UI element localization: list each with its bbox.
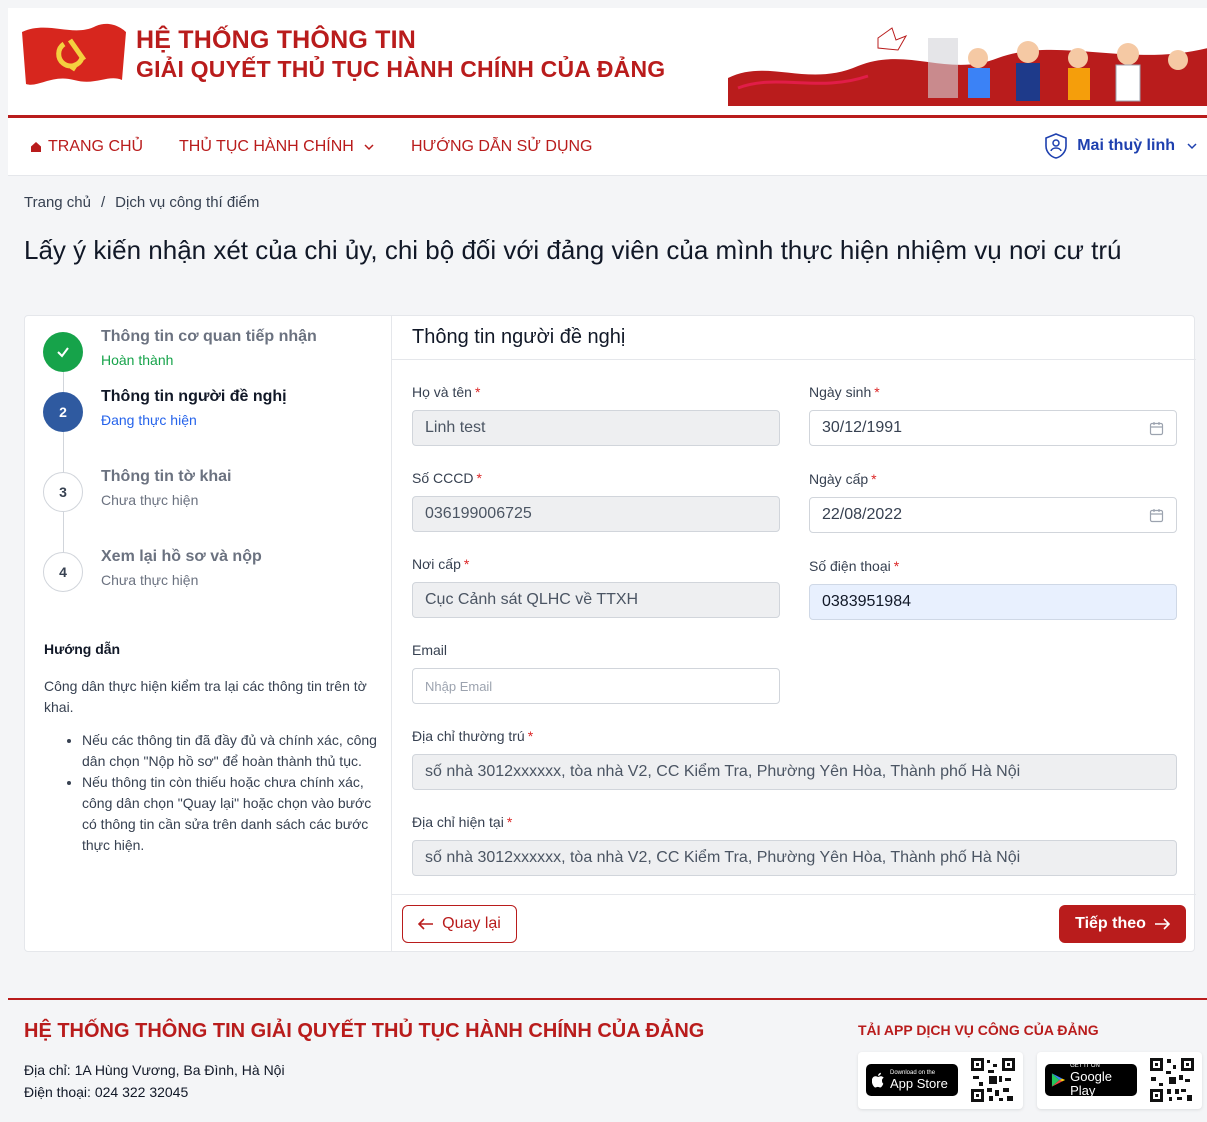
- app-store-big-text: App Store: [890, 1075, 948, 1091]
- step-title: Xem lại hồ sơ và nộp: [101, 548, 262, 565]
- nav-home-label: TRANG CHỦ: [48, 138, 144, 155]
- step-status: Chưa thực hiện: [101, 492, 199, 508]
- breadcrumb-separator: /: [100, 194, 106, 211]
- current-address-label: Địa chỉ hiện tại *: [412, 814, 513, 830]
- chevron-down-icon: [364, 144, 374, 151]
- form-actions: Quay lại Tiếp theo: [392, 894, 1196, 951]
- next-button[interactable]: Tiếp theo: [1059, 905, 1186, 943]
- step-status: Đang thực hiện: [101, 412, 197, 428]
- step-number: 3: [43, 472, 83, 512]
- issue-place-field[interactable]: Cục Cảnh sát QLHC về TTXH: [412, 582, 780, 618]
- breadcrumb: Trang chủ / Dịch vụ công thí điểm: [24, 194, 259, 211]
- nav-procedures-label: THỦ TỤC HÀNH CHÍNH: [179, 138, 354, 155]
- form-panel: Thông tin người đề nghị Họ và tên * Linh …: [392, 316, 1196, 951]
- steps-panel: Thông tin cơ quan tiếp nhận Hoàn thành 2…: [25, 316, 392, 951]
- back-button[interactable]: Quay lại: [402, 905, 517, 943]
- dob-value: 30/12/1991: [822, 419, 903, 436]
- user-name: Mai thuỳ linh: [1077, 137, 1175, 154]
- brand-title-line1: HỆ THỐNG THÔNG TIN: [136, 26, 416, 54]
- google-play-icon: [1051, 1073, 1066, 1087]
- step-connector: [63, 512, 64, 556]
- guide-list: Nếu các thông tin đã đầy đủ và chính xác…: [44, 730, 379, 856]
- site-header: HỆ THỐNG THÔNG TIN GIẢI QUYẾT THỦ TỤC HÀ…: [8, 8, 1207, 118]
- guide-bullet: Nếu thông tin còn thiếu hoặc chưa chính …: [82, 772, 379, 856]
- section-title: Thông tin người đề nghị: [392, 316, 1196, 360]
- step-number: 4: [43, 552, 83, 592]
- email-label: Email: [412, 642, 448, 658]
- procedure-card: Thông tin cơ quan tiếp nhận Hoàn thành 2…: [24, 315, 1196, 952]
- site-footer: HỆ THỐNG THÔNG TIN GIẢI QUYẾT THỦ TỤC HÀ…: [8, 998, 1207, 1122]
- issue-date-field[interactable]: 22/08/2022: [809, 497, 1177, 533]
- issue-place-label: Nơi cấp *: [412, 556, 470, 572]
- app-store-download[interactable]: Download on the App Store: [858, 1052, 1023, 1109]
- google-play-big-text: Google Play: [1070, 1068, 1113, 1098]
- back-button-label: Quay lại: [442, 915, 501, 932]
- page: HỆ THỐNG THÔNG TIN GIẢI QUYẾT THỦ TỤC HÀ…: [8, 8, 1207, 1122]
- step-status: Chưa thực hiện: [101, 572, 199, 588]
- issue-date-value: 22/08/2022: [822, 506, 903, 523]
- id-number-label: Số CCCD *: [412, 470, 482, 486]
- phone-field[interactable]: 0383951984: [809, 584, 1177, 620]
- arrow-right-icon: [1154, 918, 1170, 930]
- current-address-field[interactable]: số nhà 3012xxxxxx, tòa nhà V2, CC Kiểm T…: [412, 840, 1177, 876]
- id-number-field[interactable]: 036199006725: [412, 496, 780, 532]
- step-status: Hoàn thành: [101, 352, 174, 368]
- brand-title-line2: GIẢI QUYẾT THỦ TỤC HÀNH CHÍNH CỦA ĐẢNG: [136, 56, 666, 82]
- step-connector: [63, 432, 64, 476]
- calendar-icon[interactable]: [1149, 508, 1164, 523]
- guide-intro: Công dân thực hiện kiểm tra lại các thôn…: [44, 678, 367, 715]
- app-store-badge[interactable]: Download on the App Store: [866, 1064, 958, 1096]
- phone-label: Số điện thoại *: [809, 558, 900, 574]
- footer-title: HỆ THỐNG THÔNG TIN GIẢI QUYẾT THỦ TỤC HÀ…: [24, 1020, 705, 1042]
- apple-icon: [872, 1072, 884, 1088]
- nav-guide[interactable]: HƯỚNG DẪN SỬ DỤNG: [411, 138, 593, 156]
- arrow-left-icon: [418, 918, 434, 930]
- home-icon: [31, 142, 41, 152]
- dob-field[interactable]: 30/12/1991: [809, 410, 1177, 446]
- nav-guide-label: HƯỚNG DẪN SỬ DỤNG: [411, 138, 593, 155]
- google-play-download[interactable]: GET IT ON Google Play: [1037, 1052, 1202, 1109]
- header-banner-illustration: [728, 18, 1207, 106]
- qr-code-icon: [969, 1056, 1017, 1104]
- page-title: Lấy ý kiến nhận xét của chi ủy, chi bộ đ…: [24, 235, 1122, 265]
- email-field[interactable]: Nhập Email: [412, 668, 780, 704]
- footer-address: Địa chỉ: 1A Hùng Vương, Ba Đình, Hà Nội: [24, 1062, 285, 1078]
- nav-home[interactable]: TRANG CHỦ: [30, 138, 143, 156]
- qr-code-icon: [1148, 1056, 1196, 1104]
- step-title: Thông tin người đề nghị: [101, 388, 287, 405]
- permanent-address-field[interactable]: số nhà 3012xxxxxx, tòa nhà V2, CC Kiểm T…: [412, 754, 1177, 790]
- step-number: 2: [43, 392, 83, 432]
- permanent-address-label: Địa chỉ thường trú *: [412, 728, 534, 744]
- footer-phone: Điện thoại: 024 322 32045: [24, 1084, 189, 1100]
- issue-date-label: Ngày cấp *: [809, 471, 877, 487]
- user-shield-icon: [1045, 133, 1068, 159]
- breadcrumb-current: Dịch vụ công thí điểm: [115, 194, 260, 211]
- next-button-label: Tiếp theo: [1075, 915, 1146, 932]
- dob-label: Ngày sinh *: [809, 384, 880, 400]
- full-name-field[interactable]: Linh test: [412, 410, 780, 446]
- google-play-badge[interactable]: GET IT ON Google Play: [1045, 1063, 1137, 1098]
- chevron-down-icon: [1187, 143, 1197, 150]
- breadcrumb-home[interactable]: Trang chủ: [24, 194, 91, 211]
- check-icon: [43, 332, 83, 372]
- main-nav: TRANG CHỦ THỦ TỤC HÀNH CHÍNH HƯỚNG DẪN S…: [8, 118, 1207, 176]
- user-menu[interactable]: Mai thuỳ linh: [1043, 132, 1197, 160]
- party-flag-logo: [22, 23, 126, 85]
- full-name-label: Họ và tên *: [412, 384, 481, 400]
- step-title: Thông tin tờ khai: [101, 468, 232, 485]
- guide-bullet: Nếu các thông tin đã đầy đủ và chính xác…: [82, 730, 379, 772]
- app-download-title: TẢI APP DỊCH VỤ CÔNG CỦA ĐẢNG: [858, 1022, 1099, 1038]
- nav-procedures[interactable]: THỦ TỤC HÀNH CHÍNH: [179, 138, 374, 156]
- guide-heading: Hướng dẫn: [44, 641, 121, 657]
- calendar-icon[interactable]: [1149, 421, 1164, 436]
- step-title: Thông tin cơ quan tiếp nhận: [101, 328, 317, 345]
